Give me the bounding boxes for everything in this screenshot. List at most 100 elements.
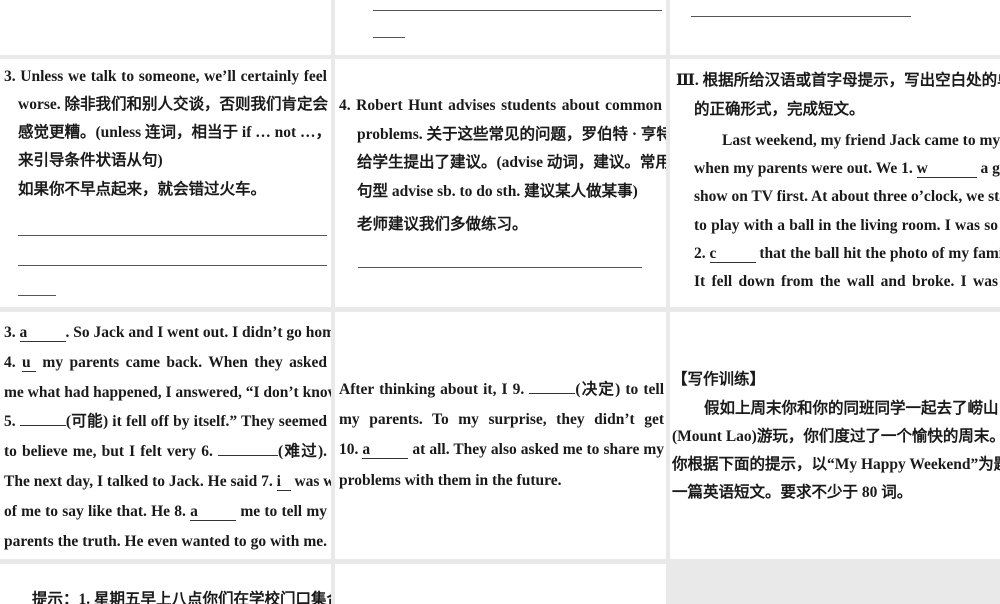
text-line: problems. 关于这些常见的问题，罗伯特 · 亨特 (357, 125, 662, 145)
fill-in-blank[interactable]: u (22, 355, 36, 372)
fill-in-blank[interactable] (218, 455, 278, 456)
answer-line (358, 267, 642, 268)
text-line: to believe me, but I felt very 6. (难过). (4, 442, 327, 462)
answer-line (18, 295, 56, 296)
text-segment: me to tell my (236, 503, 327, 520)
sentence-item-4: 4. Robert Hunt advises students about co… (335, 59, 666, 307)
answer-line (691, 16, 911, 17)
text-line: 你根据下面的提示，以“My Happy Weekend”为题，写 (672, 455, 998, 475)
text-segment: worse. 除非我们和别人交谈，否则我们肯定会 (18, 96, 328, 113)
text-segment: Last weekend, my friend Jack came to my … (722, 132, 1000, 149)
text-line: (Mount Lao)游玩，你们度过了一个愉快的周末。请 (672, 427, 998, 447)
text-line: 给学生提出了建议。(advise 动词，建议。常用 (357, 153, 662, 173)
text-segment: my parents came back. When they asked (36, 354, 327, 371)
text-segment: 感觉更糟。(unless 连词，相当于 if … not …，用 (18, 124, 331, 141)
text-line: parents the truth. He even wanted to go … (4, 532, 327, 552)
fill-in-blank[interactable] (20, 425, 66, 426)
text-line: 假如上周末你和你的同班同学一起去了崂山 (704, 399, 998, 419)
text-line: to play with a ball in the living room. … (694, 216, 998, 236)
text-segment: 句型 advise sb. to do sth. 建议某人做某事) (357, 183, 638, 200)
text-segment: (可能) it fell off by itself.” They seemed (66, 413, 327, 430)
answer-line (373, 37, 405, 38)
text-segment: (决定) to tell (575, 381, 664, 398)
text-line: 4. u my parents came back. When they ask… (4, 353, 327, 373)
text-segment: 你根据下面的提示，以“My Happy Weekend”为题，写 (672, 456, 1000, 473)
text-segment: parents the truth. He even wanted to go … (4, 533, 327, 550)
text-line: worse. 除非我们和别人交谈，否则我们肯定会 (18, 95, 327, 115)
text-line: 的正确形式，完成短文。 (694, 100, 998, 120)
fill-in-blank[interactable]: a (20, 325, 66, 342)
fill-in-blank[interactable]: c (710, 246, 756, 263)
panel-top-left (0, 0, 331, 55)
text-segment: that the ball hit the photo of my family… (756, 245, 1000, 262)
writing-task: 【写作训练】假如上周末你和你的同班同学一起去了崂山 (Mount Lao)游玩，你… (670, 312, 1000, 559)
text-segment: (难过). (278, 443, 327, 460)
text-line: my parents. To my surprise, they didn’t … (339, 410, 664, 430)
text-segment: 一篇英语短文。要求不少于 80 词。 (672, 484, 912, 501)
text-segment: 4. Robert Hunt advises students about co… (339, 97, 662, 114)
text-segment: show on TV first. At about three o’clock… (694, 188, 1000, 205)
text-line: 【写作训练】 (672, 370, 998, 390)
text-segment: problems. 关于这些常见的问题，罗伯特 · 亨特 (357, 126, 666, 143)
text-segment: 给学生提出了建议。(advise 动词，建议。常用 (357, 154, 666, 171)
text-line: 来引导条件状语从句) (18, 151, 327, 171)
text-segment: The next day, I talked to Jack. He said … (4, 473, 277, 490)
text-segment: 3. Unless we talk to someone, we’ll cert… (4, 68, 327, 85)
text-segment: a game (977, 160, 1000, 177)
text-segment: It fell down from the wall and broke. I … (694, 273, 998, 290)
answer-line (18, 265, 327, 266)
text-segment: of me to say like that. He 8. (4, 503, 190, 520)
writing-hints: 提示：1. 星期五早上八点你们在学校门口集合 (0, 564, 331, 604)
text-line: After thinking about it, I 9. (决定) to te… (339, 380, 664, 400)
text-segment: 的正确形式，完成短文。 (694, 101, 865, 118)
text-segment: 如果你不早点起来，就会错过火车。 (18, 181, 266, 198)
text-line: 4. Robert Hunt advises students about co… (339, 96, 662, 116)
text-line: 5. (可能) it fell off by itself.” They see… (4, 412, 327, 432)
text-line: Ⅲ. 根据所给汉语或首字母提示，写出空白处的单词 (676, 71, 998, 91)
text-segment: . So Jack and I went out. I didn’t go ho… (66, 324, 332, 341)
text-segment: 老师建议我们多做练习。 (357, 216, 528, 233)
fill-in-blank[interactable]: a (362, 442, 408, 459)
text-line: 一篇英语短文。要求不少于 80 词。 (672, 483, 998, 503)
fill-in-blank[interactable]: w (917, 161, 977, 178)
text-line: 提示：1. 星期五早上八点你们在学校门口集合 (32, 590, 327, 604)
panel-top-right (670, 0, 1000, 55)
answer-line (18, 235, 327, 236)
fill-in-blank[interactable]: a (190, 504, 236, 521)
text-segment: 提示：1. 星期五早上八点你们在学校门口集合 (32, 591, 331, 604)
fill-in-blank[interactable] (529, 393, 575, 394)
text-segment: at all. They also asked me to share my (408, 441, 664, 458)
text-line: 3. a. So Jack and I went out. I didn’t g… (4, 323, 327, 343)
text-line: problems with them in the future. (339, 471, 664, 491)
text-line: 2. c that the ball hit the photo of my f… (694, 244, 998, 264)
text-segment: 2. (694, 245, 710, 262)
text-line: 感觉更糟。(unless 连词，相当于 if … not …，用 (18, 123, 327, 143)
text-segment: to play with a ball in the living room. … (694, 217, 998, 234)
text-segment: 来引导条件状语从句) (18, 152, 163, 169)
text-line: 10. a at all. They also asked me to shar… (339, 440, 664, 460)
text-segment: Ⅲ. 根据所给汉语或首字母提示，写出空白处的单词 (676, 72, 1000, 89)
text-line: when my parents were out. We 1. w a game (694, 159, 998, 179)
panel-bottom-middle (335, 564, 666, 604)
text-segment: 假如上周末你和你的同班同学一起去了崂山 (704, 400, 999, 417)
sentence-item-3: 3. Unless we talk to someone, we’ll cert… (0, 59, 331, 307)
text-segment: 【写作训练】 (672, 371, 765, 388)
fill-in-blank[interactable]: i (277, 474, 291, 491)
cloze-passage-part2: 3. a. So Jack and I went out. I didn’t g… (0, 312, 331, 559)
text-segment: me what had happened, I answered, “I don… (4, 384, 331, 401)
text-line: Last weekend, my friend Jack came to my … (722, 131, 998, 151)
answer-line (373, 10, 662, 11)
cloze-passage-part3: After thinking about it, I 9. (决定) to te… (335, 312, 666, 559)
text-segment: my parents. To my surprise, they didn’t … (339, 411, 664, 428)
text-line: 老师建议我们多做练习。 (357, 215, 662, 235)
cloze-passage-part1: Ⅲ. 根据所给汉语或首字母提示，写出空白处的单词的正确形式，完成短文。 Last … (670, 59, 1000, 307)
text-segment: After thinking about it, I 9. (339, 381, 529, 398)
text-line: 句型 advise sb. to do sth. 建议某人做某事) (357, 182, 662, 202)
text-line: 3. Unless we talk to someone, we’ll cert… (4, 67, 327, 87)
text-line: me what had happened, I answered, “I don… (4, 383, 327, 403)
text-line: show on TV first. At about three o’clock… (694, 187, 998, 207)
text-line: of me to say like that. He 8. a me to te… (4, 502, 327, 522)
text-line: The next day, I talked to Jack. He said … (4, 472, 327, 492)
text-segment: 5. (4, 413, 20, 430)
text-line: 如果你不早点起来，就会错过火车。 (18, 180, 327, 200)
